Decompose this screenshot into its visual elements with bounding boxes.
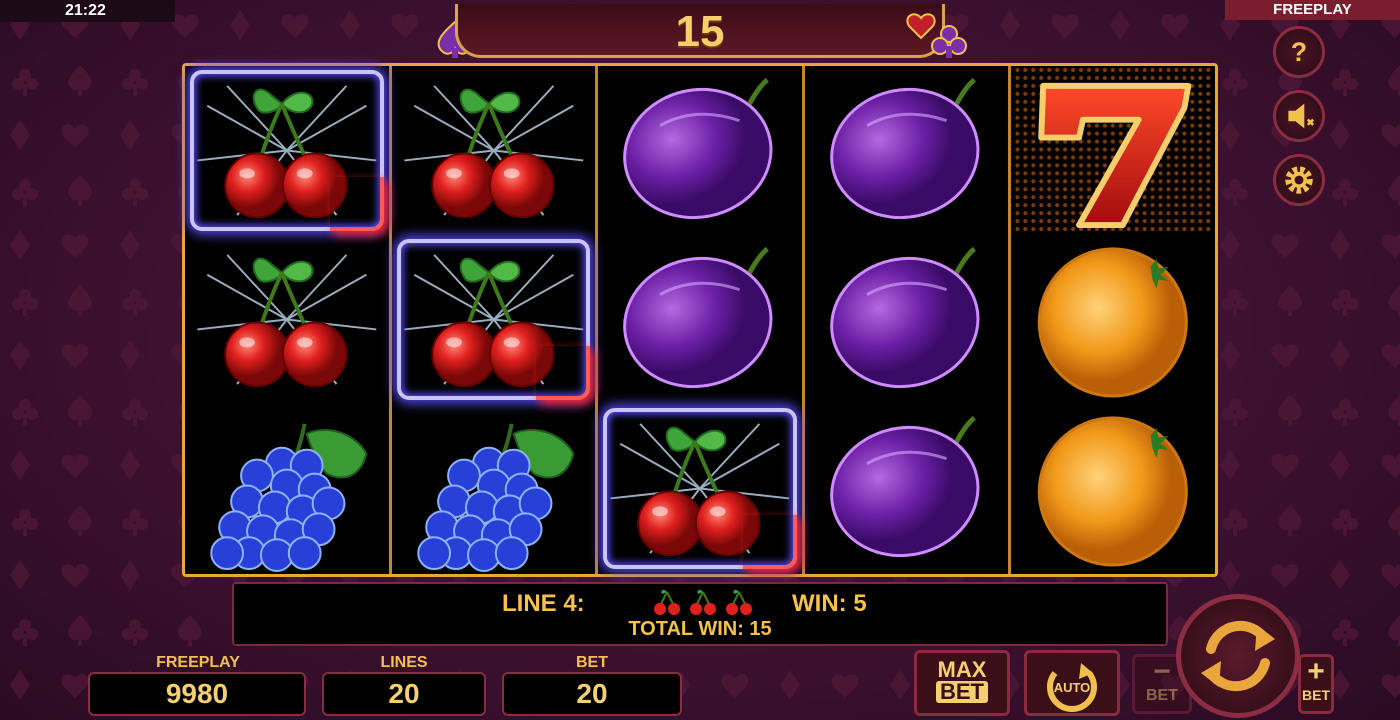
max-bet-label-bottom: BET bbox=[936, 681, 988, 703]
reel-2 bbox=[392, 66, 599, 574]
mode-badge: FREEPLAY bbox=[1225, 0, 1400, 20]
spin-button[interactable] bbox=[1176, 594, 1300, 718]
cherry-symbol bbox=[392, 66, 596, 235]
spin-icon bbox=[1201, 620, 1275, 692]
plum-symbol bbox=[805, 404, 1009, 573]
lines-label: LINES bbox=[380, 654, 428, 671]
help-button[interactable]: ? bbox=[1273, 26, 1325, 78]
line-win-label: WIN: 5 bbox=[792, 590, 867, 617]
plum-symbol bbox=[805, 66, 1009, 235]
help-symbol: ? bbox=[1291, 37, 1307, 67]
settings-gear-icon bbox=[1285, 166, 1313, 194]
total-win-label: TOTAL WIN: 15 bbox=[628, 618, 772, 640]
cherry-icon bbox=[652, 588, 682, 621]
orange-symbol bbox=[1011, 404, 1215, 573]
cherry-icon bbox=[688, 588, 718, 621]
reel-1 bbox=[185, 66, 392, 574]
seven-symbol bbox=[1011, 66, 1215, 235]
clock: 21:22 bbox=[0, 0, 175, 22]
bet-value[interactable]: 20 bbox=[502, 672, 682, 716]
cherry-icon bbox=[724, 588, 754, 621]
balance-label: FREEPLAY bbox=[156, 654, 240, 671]
win-info-bar: LINE 4: WIN: 5 TOTAL WIN: 15 bbox=[232, 582, 1168, 646]
balance-value: 9980 bbox=[88, 672, 306, 716]
win-counter: 15 bbox=[455, 4, 945, 58]
reel-grid bbox=[182, 63, 1218, 577]
plum-symbol bbox=[805, 235, 1009, 404]
max-bet-label-top: MAX bbox=[937, 657, 987, 682]
autoplay-icon: AUTO bbox=[1047, 663, 1097, 712]
plum-symbol bbox=[598, 235, 802, 404]
sound-toggle-button[interactable] bbox=[1273, 90, 1325, 142]
bet-label: BET bbox=[576, 654, 608, 671]
grapes-symbol bbox=[185, 404, 389, 573]
plum-symbol bbox=[598, 66, 802, 235]
heart-club-ornament bbox=[906, 13, 967, 58]
winning-line-label: LINE 4: bbox=[502, 590, 585, 617]
sound-muted-icon bbox=[1288, 103, 1315, 129]
reel-5 bbox=[1011, 66, 1215, 574]
reel-4 bbox=[805, 66, 1012, 574]
winning-line-symbols bbox=[652, 588, 754, 621]
bet-increase-button[interactable]: + BET bbox=[1298, 654, 1334, 714]
cherry-symbol bbox=[598, 404, 802, 573]
settings-button[interactable] bbox=[1273, 154, 1325, 206]
bet-increase-label: BET bbox=[1302, 687, 1330, 703]
autoplay-button[interactable]: AUTO bbox=[1024, 650, 1120, 716]
cherry-symbol bbox=[185, 235, 389, 404]
max-bet-button[interactable]: MAX BET bbox=[914, 650, 1010, 716]
plus-icon: + bbox=[1307, 655, 1325, 688]
orange-symbol bbox=[1011, 235, 1215, 404]
autoplay-label: AUTO bbox=[1054, 680, 1091, 695]
grapes-symbol bbox=[392, 404, 596, 573]
lines-value[interactable]: 20 bbox=[322, 672, 486, 716]
help-icon: ? bbox=[1291, 37, 1307, 67]
cherry-symbol bbox=[392, 235, 596, 404]
cherry-symbol bbox=[185, 66, 389, 235]
reel-3 bbox=[598, 66, 805, 574]
